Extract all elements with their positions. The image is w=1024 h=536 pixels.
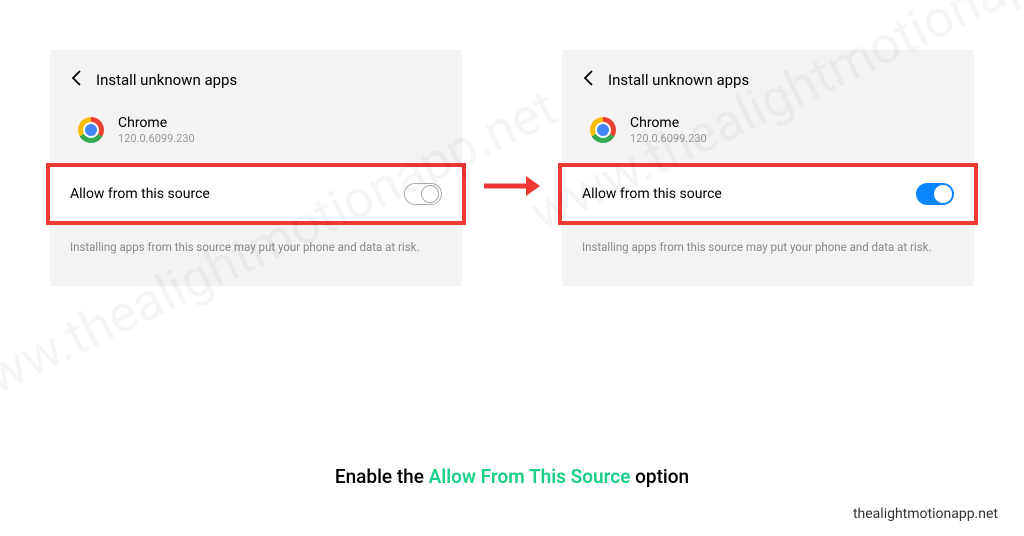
app-info-row: Chrome 120.0.6099.230 (562, 110, 974, 163)
app-version: 120.0.6099.230 (118, 132, 195, 145)
toggle-switch-off[interactable] (404, 183, 442, 205)
warning-text: Installing apps from this source may put… (562, 225, 974, 256)
settings-panel-before: Install unknown apps Chrome 120.0.6099.2… (50, 50, 462, 286)
panel-header: Install unknown apps (50, 68, 462, 110)
credit-text: thealightmotionapp.net (853, 506, 998, 522)
chrome-icon (78, 117, 104, 143)
back-icon[interactable] (70, 68, 82, 92)
instruction-caption: Enable the Allow From This Source option (0, 465, 1024, 488)
page-title: Install unknown apps (608, 71, 749, 89)
arrow-right-icon (482, 165, 542, 207)
allow-source-row[interactable]: Allow from this source (558, 163, 978, 225)
settings-panel-after: Install unknown apps Chrome 120.0.6099.2… (562, 50, 974, 286)
toggle-label: Allow from this source (70, 186, 210, 202)
toggle-label: Allow from this source (582, 186, 722, 202)
app-version: 120.0.6099.230 (630, 132, 707, 145)
warning-text: Installing apps from this source may put… (50, 225, 462, 256)
app-info-row: Chrome 120.0.6099.230 (50, 110, 462, 163)
app-name: Chrome (630, 114, 707, 132)
page-title: Install unknown apps (96, 71, 237, 89)
allow-source-row[interactable]: Allow from this source (46, 163, 466, 225)
back-icon[interactable] (582, 68, 594, 92)
panel-header: Install unknown apps (562, 68, 974, 110)
app-name: Chrome (118, 114, 195, 132)
comparison-container: Install unknown apps Chrome 120.0.6099.2… (0, 0, 1024, 286)
toggle-switch-on[interactable] (916, 183, 954, 205)
chrome-icon (590, 117, 616, 143)
